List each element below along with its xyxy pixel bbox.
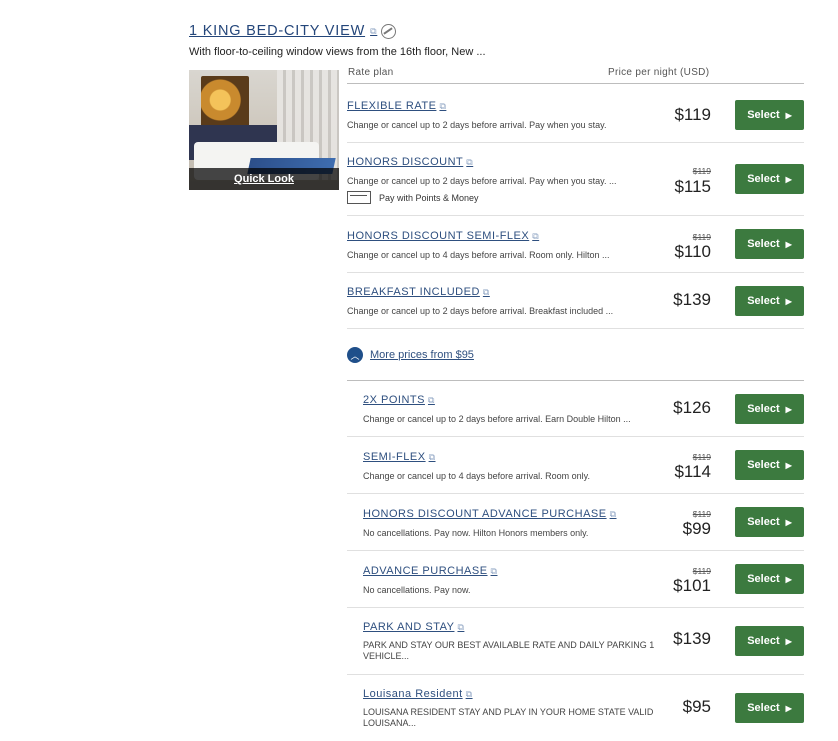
rate-description: Change or cancel up to 4 days before arr… — [347, 250, 610, 260]
external-link-icon: ⧉ — [428, 451, 436, 462]
rate-row: SEMI-FLEX ⧉ Change or cancel up to 4 days… — [347, 450, 804, 494]
original-price: $119 — [692, 566, 711, 576]
rate-name-link[interactable]: Louisana Resident ⧉ — [363, 688, 473, 700]
no-smoking-icon — [381, 23, 397, 39]
external-link-icon: ⧉ — [609, 508, 617, 519]
original-price: $119 — [692, 452, 711, 462]
more-prices-label[interactable]: More prices from $95 — [370, 349, 474, 361]
rate-description: Change or cancel up to 2 days before arr… — [347, 176, 617, 186]
pay-with-points: Pay with Points & Money — [347, 191, 479, 204]
select-button[interactable]: Select ▶ — [735, 507, 804, 537]
rate-price: $115 — [674, 177, 711, 196]
chevron-up-icon: ︿ — [347, 347, 363, 363]
caret-right-icon: ▶ — [785, 404, 792, 414]
caret-right-icon: ▶ — [785, 296, 792, 306]
caret-right-icon: ▶ — [785, 174, 792, 184]
rate-price: $101 — [673, 576, 711, 595]
rate-price: $119 — [674, 105, 711, 124]
caret-right-icon: ▶ — [785, 574, 792, 584]
rate-row: HONORS DISCOUNT ⧉ Change or cancel up to … — [347, 156, 804, 216]
room-photo[interactable]: Quick Look — [189, 70, 339, 190]
rate-description: No cancellations. Pay now. — [363, 585, 471, 595]
rate-name-link[interactable]: SEMI-FLEX ⧉ — [363, 451, 436, 463]
caret-right-icon: ▶ — [785, 239, 792, 249]
points-money-icon — [347, 191, 371, 204]
more-prices-toggle[interactable]: ︿ More prices from $95 — [347, 347, 474, 363]
external-link-icon: ⧉ — [466, 156, 474, 167]
rate-plan-header: Rate plan — [348, 67, 394, 78]
rate-price: $110 — [674, 242, 711, 261]
external-link-icon: ⧉ — [532, 230, 540, 241]
rate-name-link[interactable]: FLEXIBLE RATE ⧉ — [347, 100, 446, 112]
rate-row: PARK AND STAY ⧉ PARK AND STAY OUR BEST AV… — [347, 621, 804, 675]
rate-description: PARK AND STAY OUR BEST AVAILABLE RATE AN… — [363, 640, 655, 661]
room-description: With floor-to-ceiling window views from … — [189, 46, 486, 58]
rate-row: 2X POINTS ⧉ Change or cancel up to 2 days… — [347, 394, 804, 437]
rate-price: $99 — [682, 519, 711, 538]
select-button[interactable]: Select ▶ — [735, 229, 804, 259]
caret-right-icon: ▶ — [785, 517, 792, 527]
rate-description: Change or cancel up to 2 days before arr… — [347, 306, 614, 316]
rate-price: $114 — [674, 462, 711, 481]
original-price: $119 — [692, 166, 711, 176]
rate-description: No cancellations. Pay now. Hilton Honors… — [363, 528, 589, 538]
caret-right-icon: ▶ — [785, 110, 792, 120]
rate-row: ADVANCE PURCHASE ⧉ No cancellations. Pay … — [347, 564, 804, 608]
rate-row: HONORS DISCOUNT SEMI-FLEX ⧉ Change or can… — [347, 229, 804, 273]
quick-look-link[interactable]: Quick Look — [189, 168, 339, 190]
rate-price: $95 — [682, 697, 711, 716]
rate-name-link[interactable]: PARK AND STAY ⧉ — [363, 621, 464, 633]
rate-description: LOUISANA RESIDENT STAY AND PLAY IN YOUR … — [363, 707, 654, 728]
select-button[interactable]: Select ▶ — [735, 394, 804, 424]
rate-description: Change or cancel up to 2 days before arr… — [347, 120, 607, 130]
rate-name-link[interactable]: HONORS DISCOUNT ⧉ — [347, 156, 473, 168]
external-link-icon: ⧉ — [482, 286, 490, 297]
rate-name-link[interactable]: ADVANCE PURCHASE ⧉ — [363, 565, 497, 577]
external-link-icon: ⧉ — [439, 100, 447, 111]
select-button[interactable]: Select ▶ — [735, 693, 804, 723]
select-button[interactable]: Select ▶ — [735, 564, 804, 594]
caret-right-icon: ▶ — [785, 460, 792, 470]
rate-price: $126 — [673, 398, 711, 417]
header-divider — [347, 83, 804, 84]
room-title-text[interactable]: 1 KING BED-CITY VIEW — [189, 23, 365, 39]
rate-name-link[interactable]: HONORS DISCOUNT SEMI-FLEX ⧉ — [347, 230, 539, 242]
rate-description: Change or cancel up to 2 days before arr… — [363, 414, 631, 424]
caret-right-icon: ▶ — [785, 636, 792, 646]
select-button[interactable]: Select ▶ — [735, 164, 804, 194]
external-link-icon: ⧉ — [427, 394, 435, 405]
price-header: Price per night (USD) — [608, 67, 710, 78]
rate-row: FLEXIBLE RATE ⧉ Change or cancel up to 2 … — [347, 100, 804, 143]
caret-right-icon: ▶ — [785, 703, 792, 713]
rate-row: HONORS DISCOUNT ADVANCE PURCHASE ⧉ No can… — [347, 507, 804, 551]
room-title[interactable]: 1 KING BED-CITY VIEW ⧉ — [189, 23, 397, 39]
external-link-icon: ⧉ — [457, 621, 465, 632]
select-button[interactable]: Select ▶ — [735, 450, 804, 480]
rate-price: $139 — [673, 290, 711, 309]
external-link-icon: ⧉ — [490, 565, 498, 576]
rate-name-link[interactable]: 2X POINTS ⧉ — [363, 394, 435, 406]
original-price: $119 — [692, 232, 711, 242]
rate-name-link[interactable]: BREAKFAST INCLUDED ⧉ — [347, 286, 490, 298]
select-button[interactable]: Select ▶ — [735, 100, 804, 130]
rate-price: $139 — [673, 629, 711, 648]
select-button[interactable]: Select ▶ — [735, 286, 804, 316]
select-button[interactable]: Select ▶ — [735, 626, 804, 656]
more-prices-divider — [347, 380, 804, 381]
original-price: $119 — [692, 509, 711, 519]
rate-description: Change or cancel up to 4 days before arr… — [363, 471, 590, 481]
rate-row: BREAKFAST INCLUDED ⧉ Change or cancel up … — [347, 286, 804, 329]
external-link-icon: ⧉ — [465, 688, 473, 699]
rate-name-link[interactable]: HONORS DISCOUNT ADVANCE PURCHASE ⧉ — [363, 508, 617, 520]
rate-row: Louisana Resident ⧉ LOUISANA RESIDENT STA… — [347, 688, 804, 741]
external-link-icon: ⧉ — [370, 25, 378, 36]
